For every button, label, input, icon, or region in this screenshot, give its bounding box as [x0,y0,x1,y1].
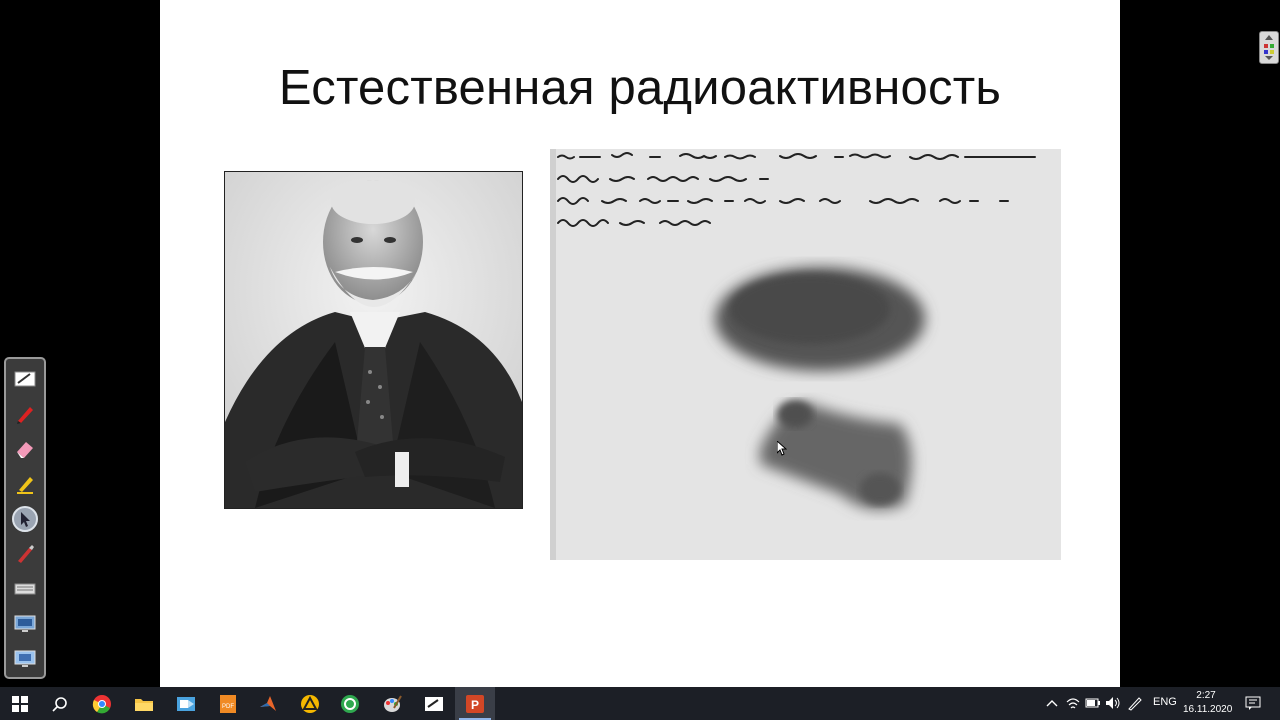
clock-time: 2:27 [1196,690,1216,701]
corner-widget[interactable] [1259,31,1279,64]
battery-icon[interactable] [1085,695,1101,711]
volume-icon[interactable] [1105,695,1121,711]
pen-tray-icon[interactable] [1127,695,1143,711]
windows-start-icon[interactable] [0,687,40,720]
clock-date: 16.11.2020 [1183,704,1233,715]
photographic-plate [550,149,1061,560]
pointer-icon[interactable] [11,505,39,533]
search-icon[interactable] [40,687,80,720]
mouse-cursor-icon [776,439,788,456]
svg-text:PDF: PDF [222,704,234,710]
pdf-icon[interactable]: PDF [208,687,248,720]
language-indicator[interactable]: ENG [1153,696,1177,708]
outlook-icon[interactable] [166,687,206,720]
matlab-icon[interactable] [248,687,288,720]
screen-icon[interactable] [11,610,39,638]
chrome-icon[interactable] [82,687,122,720]
eraser-icon[interactable] [11,435,39,463]
notes-icon[interactable] [414,687,454,720]
clock[interactable]: 2:27 16.11.2020 [1183,689,1233,717]
wifi-icon[interactable] [1065,695,1081,711]
slide-title: Естественная радиоактивность [278,61,1002,115]
archicad-icon[interactable] [290,687,330,720]
chevron-up-icon[interactable] [1044,695,1060,711]
monitor-icon[interactable] [11,645,39,673]
pen-icon[interactable] [11,400,39,428]
annotation-toolbar [4,357,46,679]
svg-text:P: P [471,698,479,712]
notification-icon[interactable] [1245,695,1261,711]
brush-icon[interactable] [11,540,39,568]
keyboard-icon[interactable] [11,575,39,603]
powerpoint-icon[interactable]: P [455,687,495,720]
file-explorer-icon[interactable] [124,687,164,720]
taskbar: PDF P ENG 2:27 16.11.2020 [0,687,1280,720]
slide-pen-icon[interactable] [11,365,39,393]
paint-icon[interactable] [372,687,412,720]
highlighter-icon[interactable] [11,470,39,498]
presentation-slide: Естественная радиоактивность [160,0,1120,687]
portrait-photo [224,171,523,509]
green-app-icon[interactable] [330,687,370,720]
